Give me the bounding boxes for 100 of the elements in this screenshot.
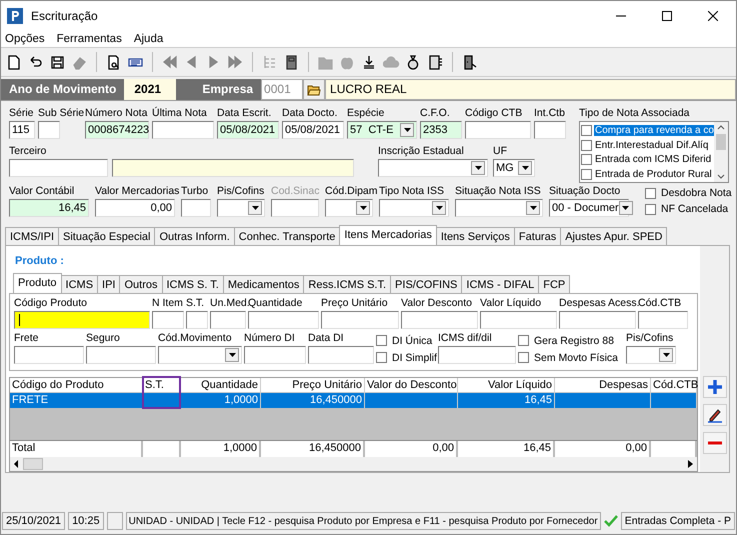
field-label: Situação Docto: [549, 185, 620, 199]
company-code-field[interactable]: 0001: [261, 79, 304, 100]
text-field[interactable]: [401, 311, 478, 329]
text-field[interactable]: [480, 311, 557, 329]
last-icon[interactable]: [227, 54, 244, 70]
dropdown[interactable]: [217, 199, 265, 217]
text-field[interactable]: [308, 346, 374, 364]
tab[interactable]: IPI: [97, 275, 120, 293]
first-icon[interactable]: [161, 54, 178, 70]
checkbox[interactable]: [581, 154, 592, 166]
field-label: S.T.: [186, 297, 204, 311]
text-field[interactable]: 0,00: [95, 199, 175, 217]
text-field[interactable]: 05/08/2021: [282, 121, 344, 139]
field-label: Data DI: [308, 332, 344, 346]
scroll-left-icon[interactable]: [14, 460, 19, 468]
field-label: Cód.Movimento: [158, 332, 232, 346]
text-field[interactable]: [112, 159, 354, 177]
scrollbar[interactable]: [10, 457, 697, 471]
dropdown[interactable]: [379, 199, 449, 217]
text-field[interactable]: [465, 121, 531, 139]
text-field[interactable]: [181, 199, 211, 217]
tab[interactable]: Medicamentos: [222, 275, 304, 293]
tab[interactable]: Itens Serviços: [436, 227, 515, 245]
text-field[interactable]: [321, 311, 399, 329]
tab[interactable]: ICMS - DIFAL: [461, 275, 540, 293]
table-row[interactable]: FRETE 1,0000 16,450000 16,45: [10, 393, 697, 408]
scroll-thumb[interactable]: [23, 458, 43, 470]
text-field[interactable]: [86, 346, 156, 364]
text-field[interactable]: [438, 346, 516, 364]
dropdown[interactable]: 57 CT-E: [347, 121, 417, 139]
text-field[interactable]: [152, 121, 214, 139]
text-field[interactable]: [9, 159, 108, 177]
open-folder-button[interactable]: [303, 79, 326, 100]
checkbox[interactable]: [581, 169, 592, 180]
text-field[interactable]: 2353: [420, 121, 462, 139]
tab[interactable]: FCP: [538, 275, 570, 293]
tab[interactable]: Ress.ICMS S.T.: [303, 275, 392, 293]
tab[interactable]: Ajustes Apur. SPED: [560, 227, 668, 245]
dropdown[interactable]: [626, 346, 676, 364]
tab[interactable]: ICMS/IPI: [5, 227, 60, 245]
book-icon[interactable]: [427, 54, 444, 70]
menu-item[interactable]: Ajuda: [134, 32, 164, 44]
field-label: Cód.CTB: [638, 297, 682, 311]
checkbox[interactable]: [645, 188, 656, 198]
menu-item[interactable]: Ferramentas: [56, 32, 122, 44]
close-icon[interactable]: [708, 10, 718, 20]
list-item[interactable]: Entrada de Produtor Rural: [594, 169, 713, 180]
text-field[interactable]: [210, 311, 246, 329]
text-field[interactable]: [38, 121, 60, 139]
text-field[interactable]: [244, 346, 306, 364]
tab[interactable]: PIS/COFINS: [390, 275, 462, 293]
dropdown[interactable]: MG: [493, 159, 535, 177]
text-field[interactable]: [534, 121, 566, 139]
checkbox-label: DI Única: [392, 334, 432, 346]
list-item[interactable]: Entr.Interestadual Dif.Alíq: [594, 140, 710, 151]
tab[interactable]: ICMS: [60, 275, 98, 293]
text-field[interactable]: 05/08/2021: [217, 121, 279, 139]
list-item[interactable]: Compra para revenda a co: [594, 124, 714, 136]
text-field[interactable]: [14, 346, 84, 364]
checklist[interactable]: Compra para revenda a co Entr.Interestadual Dif.Alíq Entrada com ICMS Diferid Entrada de Produtor Rural: [579, 121, 729, 183]
scroll-right-icon[interactable]: [688, 460, 693, 468]
menu-item[interactable]: Opções: [5, 32, 45, 44]
company-name-field[interactable]: LUCRO REAL: [325, 79, 736, 100]
text-field[interactable]: [248, 311, 319, 329]
text-field[interactable]: 115: [9, 121, 35, 139]
dropdown[interactable]: [455, 199, 543, 217]
tab[interactable]: Outros: [119, 275, 162, 293]
dropdown[interactable]: [158, 346, 242, 364]
field-label: Número DI: [244, 332, 295, 346]
checkbox[interactable]: [645, 204, 656, 214]
checkbox[interactable]: [518, 335, 529, 346]
save-icon[interactable]: [49, 54, 66, 70]
add-button[interactable]: [702, 376, 726, 398]
tab[interactable]: Itens Mercadorias: [339, 225, 437, 245]
remove-button[interactable]: [702, 432, 726, 454]
edit-button[interactable]: [702, 404, 726, 426]
text-field[interactable]: [559, 311, 636, 329]
text-field[interactable]: [638, 311, 688, 329]
checkbox[interactable]: [518, 352, 529, 363]
scroll-down-icon[interactable]: [717, 174, 725, 179]
text-field[interactable]: [152, 311, 184, 329]
tab[interactable]: Produto: [13, 273, 62, 293]
checkbox[interactable]: [376, 335, 387, 346]
tab[interactable]: Situação Especial: [58, 227, 156, 245]
checkbox[interactable]: [376, 352, 387, 363]
tab[interactable]: Conhec. Transporte: [234, 227, 340, 245]
checkbox[interactable]: [581, 140, 592, 151]
tab[interactable]: ICMS S. T.: [162, 275, 224, 293]
text-field[interactable]: [14, 311, 150, 329]
scroll-up-icon[interactable]: [717, 125, 725, 130]
scrollbar[interactable]: [714, 122, 728, 182]
dropdown[interactable]: [325, 199, 373, 217]
pencil-icon: [706, 407, 722, 423]
dropdown[interactable]: [378, 159, 488, 177]
text-field[interactable]: 0008674223: [85, 121, 149, 139]
text-field[interactable]: 16,45: [9, 199, 89, 217]
list-item[interactable]: Entrada com ICMS Diferid: [594, 154, 712, 166]
text-field[interactable]: [186, 311, 208, 329]
checkbox[interactable]: [581, 124, 592, 136]
maximize-icon[interactable]: [662, 10, 672, 20]
